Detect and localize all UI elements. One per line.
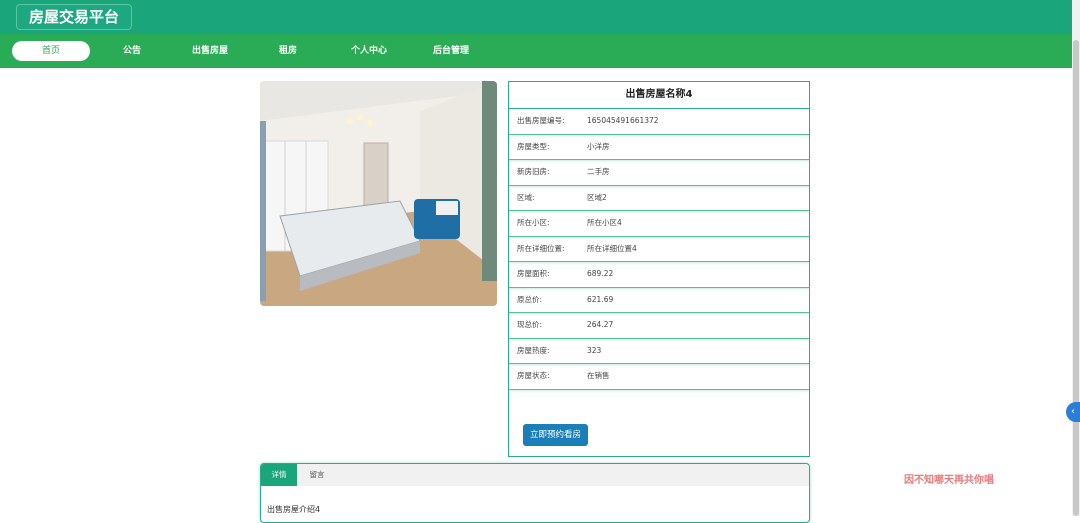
tab-detail[interactable]: 详情: [261, 464, 297, 486]
book-viewing-button[interactable]: 立即预约看房: [523, 424, 588, 446]
info-row-value: 所在详细位置4: [587, 243, 637, 253]
info-row-value: 264.27: [587, 320, 614, 329]
info-row-label: 房屋面积:: [517, 269, 550, 278]
info-row-value: 二手房: [587, 167, 610, 176]
watermark-text: 因不知哪天再共你唱: [904, 475, 994, 486]
info-row-value: 1650454916613​72: [587, 116, 659, 125]
info-row: 新房旧房: 二手房: [509, 160, 809, 186]
info-row: 现总价: 264.27: [509, 313, 809, 339]
info-row-label: 所在详细位置:: [517, 243, 565, 253]
nav-item-personal-center[interactable]: 个人中心: [344, 42, 394, 60]
info-row-label: 现总价:: [517, 320, 543, 329]
info-row-label: 区域:: [517, 192, 535, 202]
listing-info-panel: 出售房屋名称4 出售房屋编号: 1650454916613​72 房屋类型: 小洋房新…: [508, 81, 810, 457]
scrollbar-thumb[interactable]: [1073, 40, 1079, 516]
tab-message[interactable]: 留言: [297, 464, 337, 486]
detail-tabs: 详情 留言 出售房屋介绍4: [260, 463, 810, 523]
house-photo: [260, 81, 497, 306]
info-row-value: 在销售: [587, 371, 610, 380]
top-header: 房屋交易平台: [0, 0, 1072, 34]
info-row: 房屋热度: 323: [509, 339, 809, 364]
info-row-label: 新房旧房:: [517, 167, 550, 176]
tab-content-text: 出售房屋介绍4: [267, 505, 321, 514]
info-row: 房屋面积: 689.22: [509, 262, 809, 288]
info-row: 所在详细位置: 所在详细位置4: [509, 237, 809, 262]
info-row-label: 房屋类型:: [517, 141, 550, 151]
info-row-value: 323: [587, 345, 602, 355]
nav-item-admin[interactable]: 后台管理: [426, 42, 476, 60]
info-row-value: 区域2: [587, 192, 607, 202]
info-row-label: 原总价:: [517, 294, 543, 304]
listing-title: 出售房屋名称4: [509, 82, 809, 109]
nav-item-sale-house[interactable]: 出售房屋: [186, 42, 234, 60]
info-row-value: 所在小区4: [587, 218, 622, 227]
listing-rows: 出售房屋编号: 1650454916613​72 房屋类型: 小洋房新房旧房: 二手房区…: [509, 109, 809, 390]
info-row: 房屋类型: 小洋房: [509, 135, 809, 160]
chevron-left-icon[interactable]: ‹: [1066, 402, 1080, 422]
info-row: 所在小区: 所在小区4: [509, 211, 809, 237]
info-row-label: 所在小区:: [517, 218, 550, 227]
tab-header: 详情 留言: [261, 464, 809, 486]
site-logo[interactable]: 房屋交易平台: [16, 4, 133, 30]
info-row-label: 出售房屋编号:: [517, 116, 565, 125]
info-row-label: 房屋状态:: [517, 371, 550, 380]
nav-item-home[interactable]: 首页: [12, 41, 90, 61]
info-row-label: 房屋热度:: [517, 345, 550, 355]
info-row: 房屋状态: 在销售: [509, 364, 809, 390]
nav-item-notice[interactable]: 公告: [112, 42, 152, 60]
main-nav: 首页 公告 出售房屋 租房 个人中心 后台管理: [0, 34, 1072, 68]
scrollbar[interactable]: [1072, 0, 1080, 516]
nav-item-rent[interactable]: 租房: [270, 42, 306, 60]
info-row: 出售房屋编号: 1650454916613​72: [509, 109, 809, 135]
info-row-value: 689.22: [587, 269, 614, 278]
info-row-value: 621.69: [587, 294, 614, 304]
info-row: 区域: 区域2: [509, 186, 809, 211]
info-row-value: 小洋房: [587, 141, 610, 151]
info-row: 原总价: 621.69: [509, 288, 809, 313]
